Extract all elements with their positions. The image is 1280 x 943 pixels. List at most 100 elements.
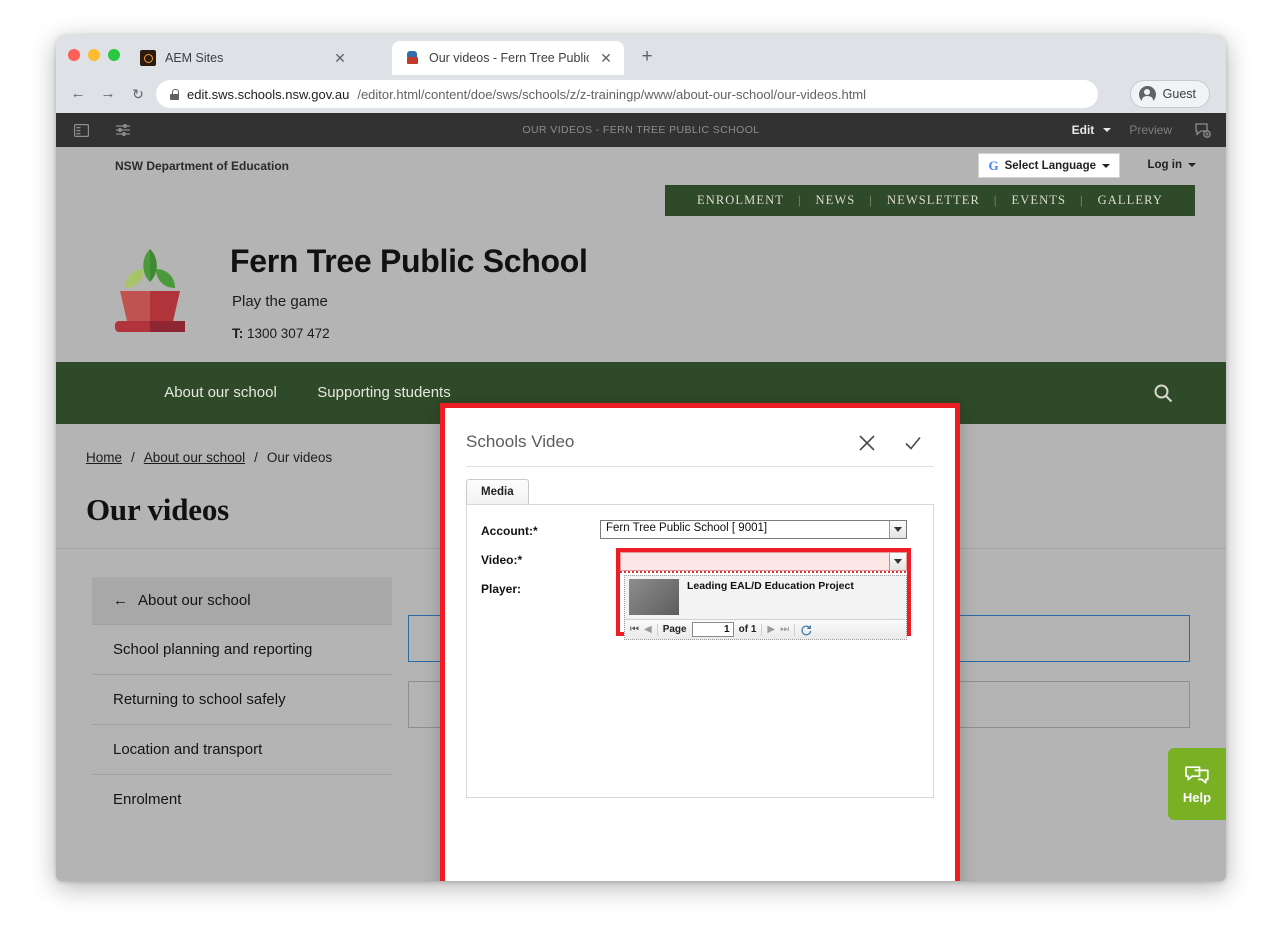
page-total-label: of 1 (738, 624, 757, 635)
aem-favicon (140, 50, 156, 66)
quick-link-newsletter[interactable]: NEWSLETTER (873, 193, 994, 208)
video-thumbnail (629, 579, 679, 615)
video-select-value (621, 553, 889, 570)
quick-link-news[interactable]: NEWS (802, 193, 870, 208)
video-select-dropdown: Leading EAL/D Education Project ⏮ ◀ Page… (624, 575, 907, 640)
dialog-tab-bar: Media (466, 478, 529, 505)
url-domain: edit.sws.schools.nsw.gov.au (187, 86, 350, 102)
url-path: /editor.html/content/doe/sws/schools/z/z… (357, 86, 867, 102)
sidebar-item-label: Enrolment (113, 791, 182, 808)
tab-title: AEM Sites (165, 51, 224, 65)
lock-icon (170, 88, 179, 100)
language-selector[interactable]: G Select Language (978, 153, 1120, 178)
chevron-down-icon (1102, 163, 1110, 168)
google-g-icon: G (988, 157, 999, 173)
minimize-window-button[interactable] (88, 49, 100, 61)
browser-tab-aem-sites[interactable]: AEM Sites ✕ (128, 41, 358, 75)
close-icon[interactable] (858, 434, 876, 452)
account-select-value: Fern Tree Public School [ 9001] (606, 522, 768, 534)
prev-page-icon[interactable]: ◀ (644, 624, 652, 635)
tab-title: Our videos - Fern Tree Public S (429, 51, 589, 65)
close-window-button[interactable] (68, 49, 80, 61)
breadcrumb-item-about-our-school[interactable]: About our school (144, 450, 245, 465)
dialog-header: Schools Video (445, 408, 955, 470)
chevron-down-icon[interactable] (889, 521, 906, 538)
plant-in-pot-logo (98, 241, 202, 337)
window-traffic-lights (68, 49, 120, 61)
sliders-settings-icon[interactable] (110, 119, 136, 141)
back-button[interactable]: ← (68, 84, 88, 104)
sidebar-item-label: School planning and reporting (113, 641, 313, 658)
page-label: Page (662, 624, 687, 635)
chevron-down-icon (1103, 128, 1112, 132)
breadcrumb-separator: / (131, 450, 135, 465)
sidebar-item-returning-to-school[interactable]: Returning to school safely (92, 674, 392, 724)
help-widget[interactable]: Help (1168, 748, 1226, 820)
breadcrumb-item-home[interactable]: Home (86, 450, 122, 465)
schools-video-dialog: Schools Video Media Account:* Video:* Pl… (440, 403, 960, 881)
address-bar[interactable]: edit.sws.schools.nsw.gov.au/editor.html/… (156, 80, 1098, 108)
sidebar-item-back-about-our-school[interactable]: ← About our school (92, 577, 392, 624)
new-tab-button[interactable]: + (636, 47, 658, 69)
close-tab-button[interactable]: ✕ (598, 51, 614, 65)
sidebar-item-label: About our school (138, 592, 251, 609)
maximize-window-button[interactable] (108, 49, 120, 61)
department-label: NSW Department of Education (115, 159, 290, 173)
aem-toolbar-right: Edit Preview (1072, 113, 1216, 147)
dropdown-pager: ⏮ ◀ Page 1 of 1 ▶ ⏭ (625, 619, 906, 639)
account-select[interactable]: Fern Tree Public School [ 9001] (600, 520, 907, 539)
speech-bubble-icon (1184, 764, 1210, 786)
page-title: Fern Tree Public School (230, 243, 588, 279)
video-select[interactable] (620, 552, 907, 571)
divider (466, 466, 934, 467)
quick-link-events[interactable]: EVENTS (998, 193, 1081, 208)
sidebar-item-school-planning[interactable]: School planning and reporting (92, 624, 392, 674)
page-heading: Our videos (86, 492, 229, 527)
screenshot-root: AEM Sites ✕ Our videos - Fern Tree Publi… (0, 0, 1280, 943)
nav-item-supporting-students[interactable]: Supporting students (314, 384, 454, 402)
browser-window: AEM Sites ✕ Our videos - Fern Tree Publi… (56, 35, 1226, 881)
browser-tab-our-videos[interactable]: Our videos - Fern Tree Public S ✕ (392, 41, 624, 75)
school-favicon (404, 50, 420, 66)
close-tab-button[interactable]: ✕ (332, 51, 348, 65)
login-label: Log in (1147, 159, 1183, 171)
check-icon[interactable] (904, 434, 922, 452)
school-phone: T: 1300 307 472 (232, 326, 330, 341)
search-icon[interactable] (1152, 382, 1174, 404)
browser-toolbar: ← → ↻ edit.sws.schools.nsw.gov.au/editor… (56, 75, 1226, 113)
video-field-label: Video:* (481, 553, 523, 567)
language-selector-label: Select Language (1004, 159, 1096, 172)
divider (656, 623, 658, 636)
edit-mode-label: Edit (1071, 123, 1095, 137)
edit-mode-selector[interactable]: Edit (1072, 123, 1112, 137)
page-number-input[interactable]: 1 (691, 622, 734, 637)
forward-button[interactable]: → (98, 84, 118, 104)
next-page-icon[interactable]: ▶ (767, 624, 775, 635)
sidebar-panel-icon[interactable] (68, 119, 94, 141)
section-side-menu: ← About our school School planning and r… (92, 577, 392, 824)
annotations-icon[interactable] (1190, 119, 1216, 141)
tab-media[interactable]: Media (466, 479, 529, 505)
sidebar-item-enrolment[interactable]: Enrolment (92, 774, 392, 824)
phone-prefix: T: (232, 326, 244, 341)
reload-button[interactable]: ↻ (128, 84, 148, 104)
list-item[interactable]: Leading EAL/D Education Project (625, 576, 906, 619)
video-item-title: Leading EAL/D Education Project (687, 580, 854, 592)
preview-button[interactable]: Preview (1129, 123, 1172, 137)
chevron-down-icon (1188, 163, 1196, 167)
site-masthead: Fern Tree Public School Play the game T:… (56, 216, 1226, 362)
help-widget-label: Help (1182, 789, 1212, 805)
sidebar-item-location-and-transport[interactable]: Location and transport (92, 724, 392, 774)
nsw-utility-bar: NSW Department of Education G Select Lan… (56, 147, 1226, 185)
last-page-icon[interactable]: ⏭ (780, 624, 789, 635)
quick-link-gallery[interactable]: GALLERY (1084, 193, 1177, 208)
first-page-icon[interactable]: ⏮ (630, 624, 639, 635)
chevron-down-icon[interactable] (889, 553, 906, 570)
dialog-title: Schools Video (466, 432, 575, 451)
refresh-icon[interactable] (800, 624, 812, 636)
quick-link-enrolment[interactable]: ENROLMENT (683, 193, 798, 208)
login-button[interactable]: Log in (1147, 159, 1196, 171)
nav-item-about-our-school[interactable]: About our school (128, 384, 313, 402)
breadcrumb: Home / About our school / Our videos (86, 450, 332, 465)
profile-button[interactable]: Guest (1129, 80, 1210, 108)
